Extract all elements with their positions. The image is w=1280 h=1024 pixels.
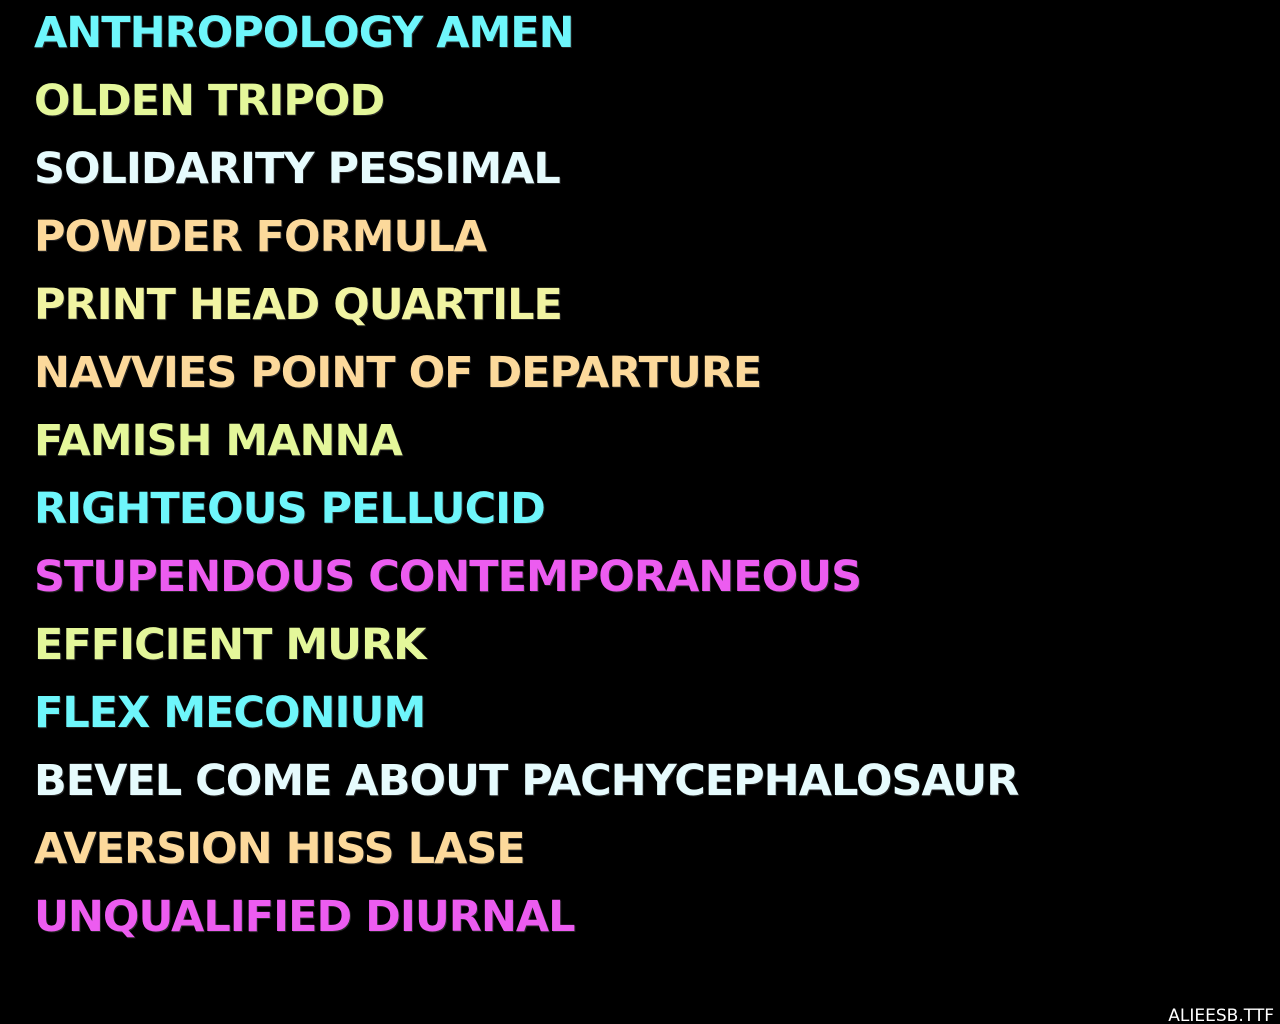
font-specimen-canvas: ANTHROPOLOGY AMEN OLDEN TRIPOD SOLIDARIT… <box>0 0 1280 1024</box>
phrase-line: OLDEN TRIPOD <box>34 76 385 126</box>
font-file-label: ALIEESB.TTF <box>1168 1006 1274 1024</box>
phrase-line: AVERSION HISS LASE <box>34 824 526 874</box>
phrase-list: ANTHROPOLOGY AMEN OLDEN TRIPOD SOLIDARIT… <box>34 6 1019 958</box>
phrase-line: STUPENDOUS CONTEMPORANEOUS <box>34 552 862 602</box>
phrase-line: PRINT HEAD QUARTILE <box>34 280 563 330</box>
phrase-line: SOLIDARITY PESSIMAL <box>34 144 561 194</box>
phrase-line: BEVEL COME ABOUT PACHYCEPHALOSAUR <box>34 756 1019 806</box>
phrase-line: EFFICIENT MURK <box>34 620 426 670</box>
phrase-line: POWDER FORMULA <box>34 212 487 262</box>
phrase-line: UNQUALIFIED DIURNAL <box>34 892 576 942</box>
phrase-line: ANTHROPOLOGY AMEN <box>34 8 575 58</box>
phrase-line: FAMISH MANNA <box>34 416 403 466</box>
phrase-line: RIGHTEOUS PELLUCID <box>34 484 546 534</box>
phrase-line: NAVVIES POINT OF DEPARTURE <box>34 348 762 398</box>
phrase-line: FLEX MECONIUM <box>34 688 426 738</box>
